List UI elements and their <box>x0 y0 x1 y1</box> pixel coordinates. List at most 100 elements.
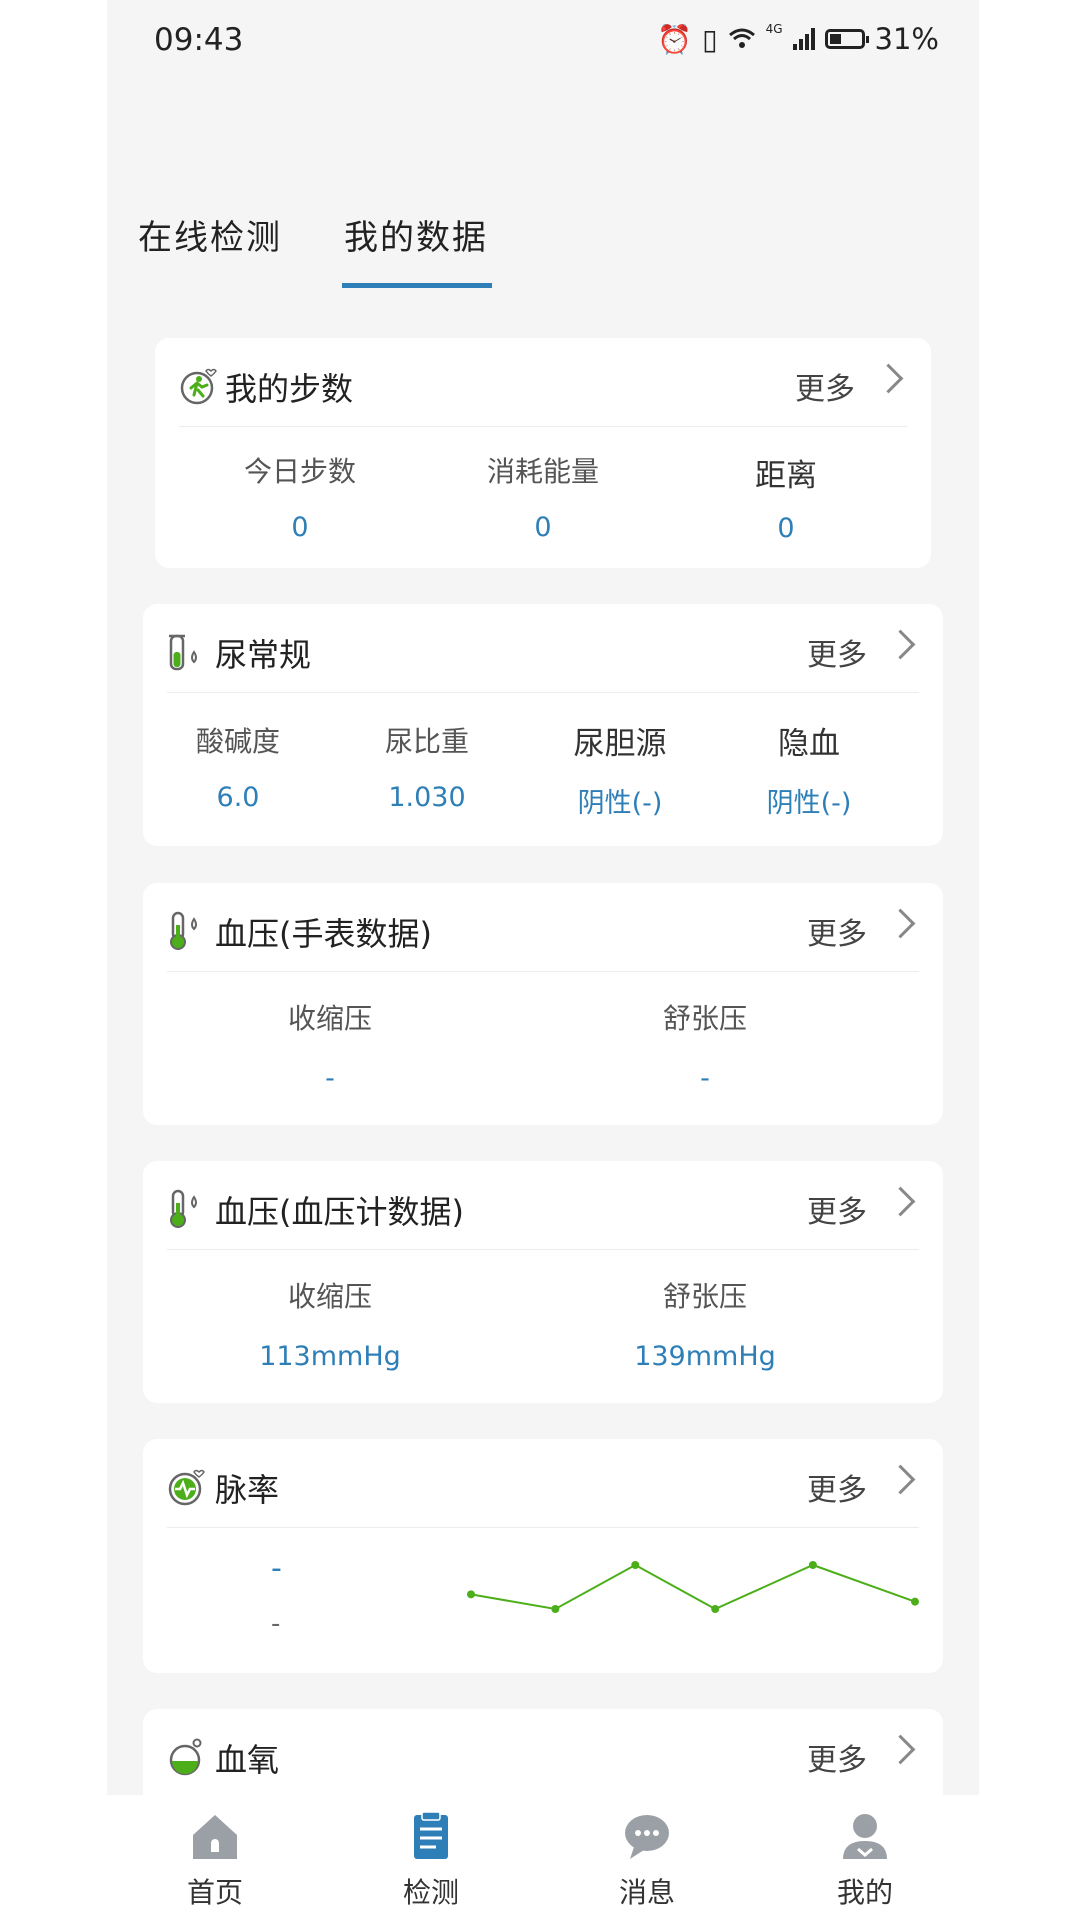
metric-distance: 距离 0 <box>711 450 861 544</box>
sparkline-point <box>551 1605 560 1613</box>
sparkline-line <box>470 1563 916 1611</box>
metric-label: 消耗能量 <box>486 455 599 488</box>
metric-label: 隐血 <box>778 726 840 762</box>
bp-watch-card[interactable]: 血压(手表数据) 更多 收缩压 - 舒张压 - <box>143 883 943 1125</box>
chat-icon <box>625 1815 669 1859</box>
status-icons: ⏰ ▯ 4G 31% <box>657 22 939 56</box>
nav-label: 检测 <box>402 1876 459 1909</box>
steps-card[interactable]: 我的步数 更多 今日步数 0 消耗能量 0 距离 0 <box>155 338 931 568</box>
active-tab-indicator <box>342 283 492 288</box>
metric-value: 113mmHg <box>259 1341 401 1372</box>
metric-energy: 消耗能量 0 <box>468 450 618 543</box>
metric-label: 舒张压 <box>662 1280 747 1313</box>
nav-profile[interactable]: 我的 <box>805 1809 925 1911</box>
thermometer-icon <box>170 911 197 950</box>
bottom-nav: 首页 检测 消息 我的 <box>107 1795 979 1920</box>
tab-my-data[interactable]: 我的数据 <box>344 210 488 259</box>
metric-today-steps: 今日步数 0 <box>225 450 375 543</box>
network-type: 4G <box>765 22 783 36</box>
nav-label: 我的 <box>836 1876 893 1909</box>
metric-value: 阴性(-) <box>577 788 663 819</box>
battery-percent: 31% <box>874 22 939 56</box>
pulse-title: 脉率 <box>215 1471 280 1509</box>
metric-value: - <box>700 1063 710 1094</box>
sparkline-point <box>631 1561 640 1569</box>
chevron-right-icon[interactable] <box>885 908 916 939</box>
metric-value: - <box>325 1063 335 1094</box>
wifi-icon <box>728 23 756 56</box>
nav-label: 消息 <box>618 1876 675 1909</box>
bp-meter-title: 血压(血压计数据) <box>215 1193 464 1231</box>
chevron-right-icon[interactable] <box>885 1186 916 1217</box>
pulse-more-link[interactable]: 更多 <box>807 1465 867 1509</box>
app-screen: 09:43 ⏰ ▯ 4G 31% 在线检测 我的数据 我的步数 更多 今日步数 <box>107 0 979 1920</box>
running-icon <box>180 368 217 405</box>
metric-value: 1.030 <box>388 782 466 813</box>
steps-more-link[interactable]: 更多 <box>795 364 855 408</box>
bp-watch-more-link[interactable]: 更多 <box>807 909 867 953</box>
pulse-card[interactable]: 脉率 更多 - - <box>143 1439 943 1673</box>
metric-label: 今日步数 <box>243 455 356 488</box>
nav-messages[interactable]: 消息 <box>587 1809 707 1911</box>
bp-watch-card-header[interactable]: 血压(手表数据) 更多 <box>167 883 919 972</box>
metric-value: 0 <box>534 512 552 543</box>
spo2-more-link[interactable]: 更多 <box>807 1735 867 1779</box>
status-time: 09:43 <box>154 22 244 58</box>
metric-diastolic: 舒张压 139mmHg <box>625 1275 785 1372</box>
metric-label: 尿比重 <box>384 725 469 758</box>
test-tube-icon <box>169 634 197 671</box>
nav-label: 首页 <box>186 1876 243 1909</box>
battery-icon <box>824 29 869 49</box>
metric-systolic: 收缩压 - <box>270 997 390 1094</box>
metric-label: 酸碱度 <box>195 725 280 758</box>
steps-title: 我的步数 <box>225 370 354 408</box>
spo2-title: 血氧 <box>215 1741 280 1779</box>
metric-value: 139mmHg <box>634 1341 776 1372</box>
chevron-right-icon[interactable] <box>885 629 916 660</box>
metric-specific-gravity: 尿比重 1.030 <box>372 720 482 813</box>
home-icon <box>193 1815 237 1859</box>
chevron-right-icon[interactable] <box>885 1464 916 1495</box>
vibrate-icon: ▯ <box>702 22 718 56</box>
bp-watch-title: 血压(手表数据) <box>215 915 432 953</box>
flask-icon <box>169 1738 202 1776</box>
tab-online-test[interactable]: 在线检测 <box>138 210 282 259</box>
nav-detect[interactable]: 检测 <box>371 1809 491 1911</box>
spo2-card-header[interactable]: 血氧 更多 <box>167 1709 919 1797</box>
bp-meter-more-link[interactable]: 更多 <box>807 1187 867 1231</box>
sparkline-point <box>808 1561 817 1569</box>
metric-value: 0 <box>291 512 309 543</box>
heart-pulse-icon <box>168 1469 205 1506</box>
metric-ph: 酸碱度 6.0 <box>183 720 293 813</box>
metric-label: 距离 <box>755 458 817 494</box>
metric-label: 舒张压 <box>662 1002 747 1035</box>
signal-icon <box>792 28 815 50</box>
nav-home[interactable]: 首页 <box>155 1809 275 1911</box>
metric-diastolic: 舒张压 - <box>645 997 765 1094</box>
metric-systolic: 收缩压 113mmHg <box>250 1275 410 1372</box>
metric-label: 收缩压 <box>287 1002 372 1035</box>
metric-value: 6.0 <box>216 782 260 813</box>
sparkline-point <box>711 1605 720 1613</box>
urine-card[interactable]: 尿常规 更多 酸碱度 6.0 尿比重 1.030 尿胆源 阴性(-) 隐血 阴性… <box>143 604 943 846</box>
sparkline-point <box>911 1597 919 1606</box>
metric-urobilinogen: 尿胆源 阴性(-) <box>550 718 690 820</box>
metric-value: 阴性(-) <box>766 788 852 819</box>
pulse-card-header[interactable]: 脉率 更多 <box>167 1439 919 1528</box>
bp-meter-card-header[interactable]: 血压(血压计数据) 更多 <box>167 1161 919 1250</box>
pulse-value-bottom: - <box>271 1609 281 1639</box>
steps-card-header[interactable]: 我的步数 更多 <box>179 338 907 427</box>
clipboard-icon <box>414 1811 448 1859</box>
chevron-right-icon[interactable] <box>885 1734 916 1765</box>
metric-value: 0 <box>777 513 795 544</box>
urine-title: 尿常规 <box>215 636 312 674</box>
pulse-value-top: - <box>271 1551 282 1586</box>
urine-more-link[interactable]: 更多 <box>807 630 867 674</box>
sparkline-point <box>467 1590 475 1599</box>
pulse-sparkline <box>467 1561 919 1613</box>
thermometer-icon <box>170 1189 197 1228</box>
bp-meter-card[interactable]: 血压(血压计数据) 更多 收缩压 113mmHg 舒张压 139mmHg <box>143 1161 943 1403</box>
urine-card-header[interactable]: 尿常规 更多 <box>167 604 919 693</box>
metric-label: 尿胆源 <box>573 726 667 762</box>
chevron-right-icon[interactable] <box>873 363 904 394</box>
